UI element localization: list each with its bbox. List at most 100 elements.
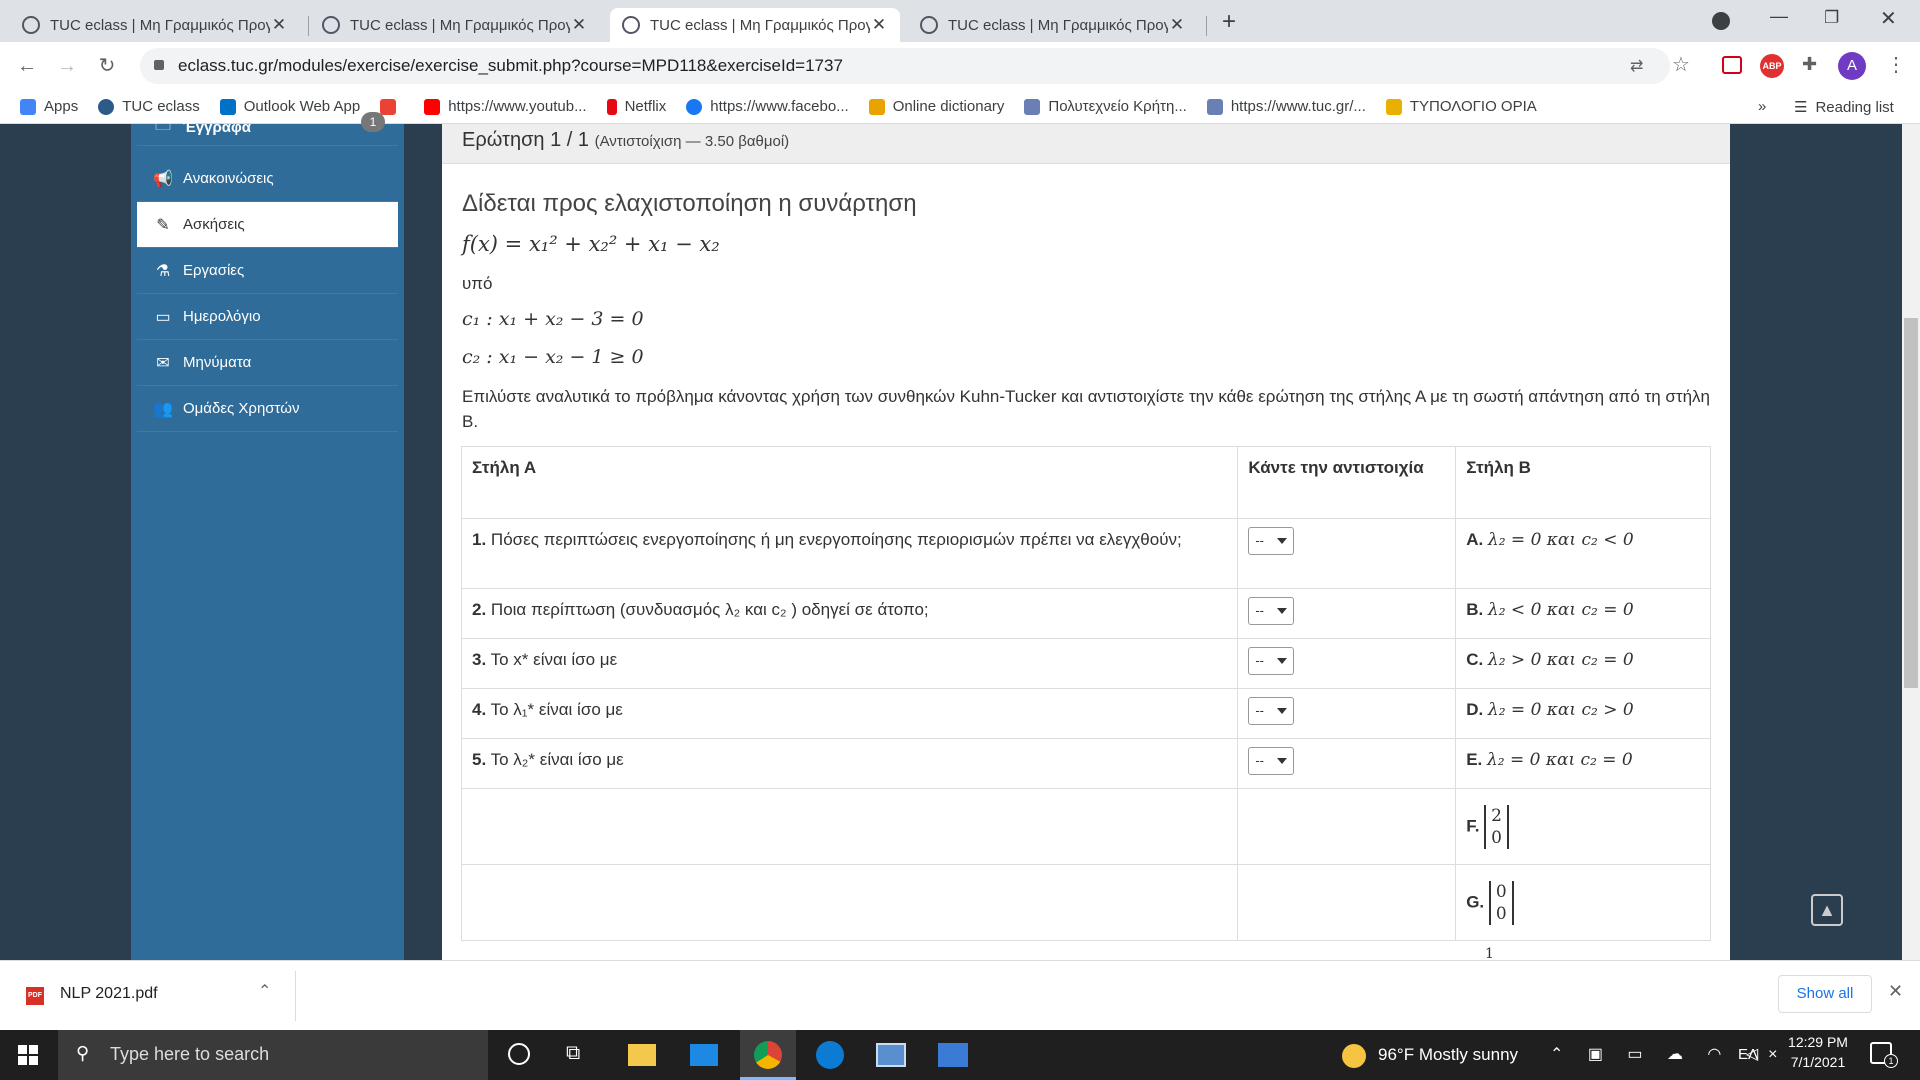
item-number: 3. (472, 650, 487, 669)
close-download-bar-icon[interactable]: ✕ (1888, 981, 1903, 1002)
table-continuation: 1 (442, 940, 1730, 962)
item-text: Πόσες περιπτώσεις ενεργοποίησης ή μη ενε… (490, 530, 1182, 549)
vector-top: 0 (1495, 881, 1507, 902)
restore-icon[interactable]: ❐ (1824, 8, 1839, 28)
language-indicator[interactable]: ΕΛ (1738, 1046, 1758, 1063)
close-tab-icon[interactable]: ✕ (570, 15, 588, 35)
column-a-cell: 5. Το λ₂* είναι ίσο με (460, 738, 1239, 789)
bookmark-youtube[interactable]: https://www.youtub... (424, 98, 587, 115)
download-filename[interactable]: NLP 2021.pdf (60, 985, 158, 1003)
sidebar-item-documents[interactable]: 🗀 Έγγραφα 1 (137, 110, 398, 146)
remote-desktop-icon[interactable] (876, 1043, 906, 1067)
photos-icon[interactable] (938, 1043, 968, 1067)
tab-search-icon[interactable] (1712, 12, 1730, 30)
new-tab-button[interactable]: + (1222, 8, 1236, 36)
sidebar-item-label: Ανακοινώσεις (183, 170, 274, 187)
match-cell: -- (1237, 638, 1457, 689)
star-icon[interactable]: ☆ (1672, 52, 1690, 77)
bookmark-dictionary[interactable]: Online dictionary (868, 98, 1004, 115)
browser-tab[interactable]: TUC eclass | Μη Γραμμικός Προγ ✕ (908, 8, 1198, 42)
match-cell: -- (1237, 588, 1457, 639)
file-explorer-icon[interactable] (628, 1044, 656, 1066)
match-select[interactable]: -- (1248, 747, 1295, 775)
bookmark-polytechneio[interactable]: Πολυτεχνείο Κρήτη... (1024, 98, 1187, 115)
search-icon: ⚲ (76, 1043, 90, 1063)
match-select[interactable]: -- (1248, 597, 1295, 625)
task-view-icon[interactable]: ⧉ (566, 1042, 580, 1065)
match-select[interactable]: -- (1248, 697, 1295, 725)
sidebar-item-assignments[interactable]: ⚗ Εργασίες (137, 248, 398, 294)
table-header-row: Στήλη Α Κάντε την αντιστοιχία Στήλη Β (460, 446, 1711, 519)
constraint-c1: c₁ : x₁ + x₂ − 3 = 0 (462, 308, 644, 330)
pocket-icon[interactable] (1722, 56, 1742, 74)
select-value: -- (1255, 653, 1264, 668)
chrome-taskbar-button[interactable] (740, 1030, 796, 1080)
minimize-icon[interactable]: — (1770, 6, 1788, 27)
table-row: 4. Το λ₁* είναι ίσο με -- D. λ₂ = 0 και … (460, 688, 1711, 739)
extensions-icon[interactable]: ✚ (1802, 54, 1817, 75)
bookmark-typologio[interactable]: ΤΥΠΟΛΟΓΙΟ ΟΡΙΑ (1385, 98, 1537, 115)
match-column-header: Κάντε την αντιστοιχία (1237, 446, 1457, 519)
cortana-icon[interactable] (508, 1043, 530, 1065)
sidebar-item-exercises[interactable]: ✎ Ασκήσεις (137, 202, 398, 248)
bookmark-tuc-gr[interactable]: https://www.tuc.gr/... (1206, 98, 1366, 115)
more-bookmarks-icon[interactable]: » (1758, 98, 1766, 115)
forward-icon[interactable]: → (52, 51, 82, 81)
vector-top: 2 (1491, 805, 1502, 826)
answer-text: λ₂ = 0 και c₂ > 0 (1487, 700, 1634, 720)
browser-tab-active[interactable]: TUC eclass | Μη Γραμμικός Προγ ✕ (610, 8, 900, 42)
scroll-to-top-button[interactable]: ▲ (1811, 894, 1843, 926)
match-cell (1237, 788, 1457, 865)
reading-list-button[interactable]: ☰ Reading list (1794, 98, 1894, 117)
bullhorn-icon: 📢 (153, 170, 173, 188)
mail-icon[interactable] (690, 1044, 718, 1066)
table-row: 1. Πόσες περιπτώσεις ενεργοποίησης ή μη … (460, 518, 1711, 589)
sidebar-item-user-groups[interactable]: 👥 Ομάδες Χρηστών (137, 386, 398, 432)
translate-icon[interactable]: ⇄ (1630, 56, 1643, 76)
answer-letter: F. (1466, 815, 1480, 835)
clock[interactable]: 12:29 PM 7/1/2021 (1782, 1034, 1854, 1070)
bookmark-facebook[interactable]: https://www.facebo... (686, 98, 849, 115)
adblock-icon[interactable]: ABP (1760, 54, 1784, 78)
netflix-icon (606, 98, 617, 115)
table-row: F. 20 (460, 788, 1711, 865)
match-select[interactable]: -- (1248, 647, 1295, 675)
notification-icon[interactable]: 1 (1870, 1042, 1898, 1068)
instructions-text: Επιλύστε αναλυτικά το πρόβλημα κάνοντας … (462, 387, 1711, 431)
scrollbar-thumb[interactable] (1904, 318, 1918, 688)
column-a-cell: 4. Το λ₁* είναι ίσο με (460, 688, 1239, 739)
chevron-up-icon[interactable]: ⌃ (258, 981, 271, 1001)
sidebar-item-label: Ημερολόγιο (183, 308, 261, 325)
menu-icon[interactable]: ⋮ (1886, 52, 1906, 77)
sidebar-item-messages[interactable]: ✉ Μηνύματα (137, 340, 398, 386)
close-window-icon[interactable]: ✕ (1880, 6, 1897, 31)
select-value: -- (1255, 753, 1264, 768)
answer-letter: B. (1466, 600, 1484, 619)
clock-date: 7/1/2021 (1790, 1054, 1846, 1070)
browser-tab[interactable]: TUC eclass | Μη Γραμμικός Προγ ✕ (310, 8, 600, 42)
typologio-icon (1385, 98, 1402, 115)
constraint-c2: c₂ : x₁ − x₂ − 1 ≥ 0 (462, 346, 644, 368)
tab-title: TUC eclass | Μη Γραμμικός Προγ (50, 16, 270, 34)
close-tab-icon[interactable]: ✕ (270, 15, 288, 35)
bookmark-netflix[interactable]: Netflix (606, 98, 666, 115)
windows-start-icon[interactable] (18, 1045, 38, 1065)
profile-avatar[interactable]: A (1838, 52, 1866, 80)
show-all-button[interactable]: Show all (1778, 975, 1872, 1013)
reload-icon[interactable]: ↻ (92, 51, 122, 81)
taskbar-search[interactable]: ⚲ Type here to search (58, 1030, 488, 1080)
sidebar-item-announcements[interactable]: 📢 Ανακοινώσεις (137, 156, 398, 202)
close-tab-icon[interactable]: ✕ (870, 15, 888, 35)
back-icon[interactable]: ← (12, 51, 42, 81)
edge-icon[interactable] (816, 1041, 844, 1069)
match-select[interactable]: -- (1248, 527, 1295, 555)
browser-tab[interactable]: TUC eclass | Μη Γραμμικός Προγ ✕ (10, 8, 300, 42)
address-bar[interactable]: eclass.tuc.gr/modules/exercise/exercise_… (140, 48, 1670, 84)
close-tab-icon[interactable]: ✕ (1168, 15, 1186, 35)
column-a-cell: 1. Πόσες περιπτώσεις ενεργοποίησης ή μη … (460, 518, 1239, 589)
tuc-logo-icon (1024, 98, 1041, 115)
sidebar-item-calendar[interactable]: ▭ Ημερολόγιο (137, 294, 398, 340)
bookmark-apps[interactable]: Apps (20, 98, 78, 115)
eclass-favicon-icon (920, 16, 938, 34)
weather-text[interactable]: 96°F Mostly sunny (1378, 1045, 1518, 1065)
